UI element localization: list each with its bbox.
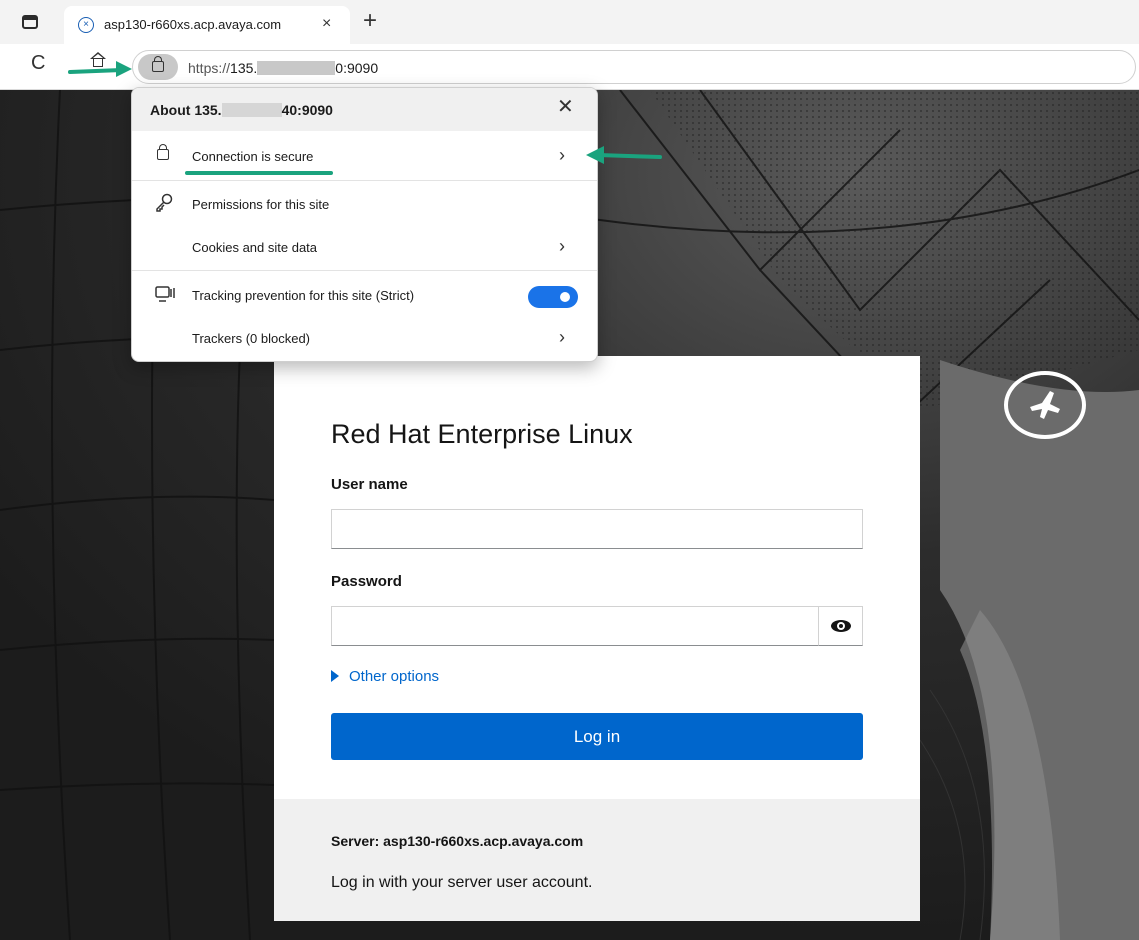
chevron-right-icon: › xyxy=(559,327,565,347)
server-name: Server: asp130-r660xs.acp.avaya.com xyxy=(331,833,584,849)
other-options-toggle[interactable]: Other options xyxy=(331,668,439,685)
login-button[interactable]: Log in xyxy=(331,713,863,760)
close-tab-icon[interactable]: × xyxy=(322,15,331,33)
tab-title: asp130-r660xs.acp.avaya.com xyxy=(104,17,282,32)
login-title: Red Hat Enterprise Linux xyxy=(331,419,633,449)
username-label: User name xyxy=(331,476,408,493)
password-label: Password xyxy=(331,573,402,590)
permissions-row[interactable]: Permissions for this site xyxy=(132,183,597,227)
login-card: Red Hat Enterprise Linux User name Passw… xyxy=(274,356,920,921)
redaction-bar xyxy=(257,61,336,75)
cookies-label: Cookies and site data xyxy=(192,240,318,255)
browser-tab[interactable]: × asp130-r660xs.acp.avaya.com × xyxy=(64,6,350,44)
site-info-button[interactable] xyxy=(138,54,178,80)
lock-icon xyxy=(157,144,169,160)
eye-icon xyxy=(831,620,851,632)
chevron-right-icon: › xyxy=(559,236,565,256)
tracking-prevention-toggle[interactable] xyxy=(528,286,578,308)
popup-header: About 135. 40:9090 ✕ xyxy=(132,88,597,131)
trackers-label: Trackers (0 blocked) xyxy=(192,331,310,346)
trackers-row[interactable]: Trackers (0 blocked) › xyxy=(132,317,597,361)
site-info-popup: About 135. 40:9090 ✕ Connection is secure… xyxy=(131,87,598,362)
close-popup-icon[interactable]: ✕ xyxy=(557,97,574,117)
tab-strip: × asp130-r660xs.acp.avaya.com × + xyxy=(0,0,1139,44)
permissions-label: Permissions for this site xyxy=(192,197,330,212)
address-bar[interactable]: https://135. 0:9090 xyxy=(132,50,1136,84)
popup-title: About 135. 40:9090 xyxy=(150,102,333,118)
annotation-underline xyxy=(185,171,333,175)
password-input[interactable] xyxy=(331,606,819,646)
login-card-footer: Server: asp130-r660xs.acp.avaya.com Log … xyxy=(274,799,920,921)
favicon-icon: × xyxy=(78,17,94,33)
caret-right-icon xyxy=(331,670,339,682)
browser-toolbar: C https://135. 0:9090 xyxy=(0,44,1139,90)
divider xyxy=(132,180,597,181)
cookies-row[interactable]: Cookies and site data › xyxy=(132,226,597,270)
new-tab-icon[interactable]: + xyxy=(363,7,377,35)
home-icon[interactable] xyxy=(90,52,106,72)
show-password-button[interactable] xyxy=(818,606,863,646)
refresh-icon[interactable]: C xyxy=(31,52,45,75)
redaction-bar xyxy=(221,103,282,117)
url-text[interactable]: https://135. 0:9090 xyxy=(188,60,378,76)
lock-icon xyxy=(152,56,164,72)
tracking-prevention-row: Tracking prevention for this site (Stric… xyxy=(132,274,597,318)
divider xyxy=(132,270,597,271)
connection-secure-label: Connection is secure xyxy=(192,149,314,164)
other-options-label: Other options xyxy=(349,668,440,685)
airplane-badge-icon xyxy=(1004,371,1086,439)
chevron-right-icon: › xyxy=(559,145,565,165)
login-help-text: Log in with your server user account. xyxy=(331,874,593,891)
key-icon xyxy=(156,193,173,212)
username-input[interactable] xyxy=(331,509,863,549)
tab-actions-icon[interactable] xyxy=(22,15,38,29)
tracking-prevention-icon xyxy=(155,286,175,302)
tracking-prevention-label: Tracking prevention for this site (Stric… xyxy=(192,288,415,303)
